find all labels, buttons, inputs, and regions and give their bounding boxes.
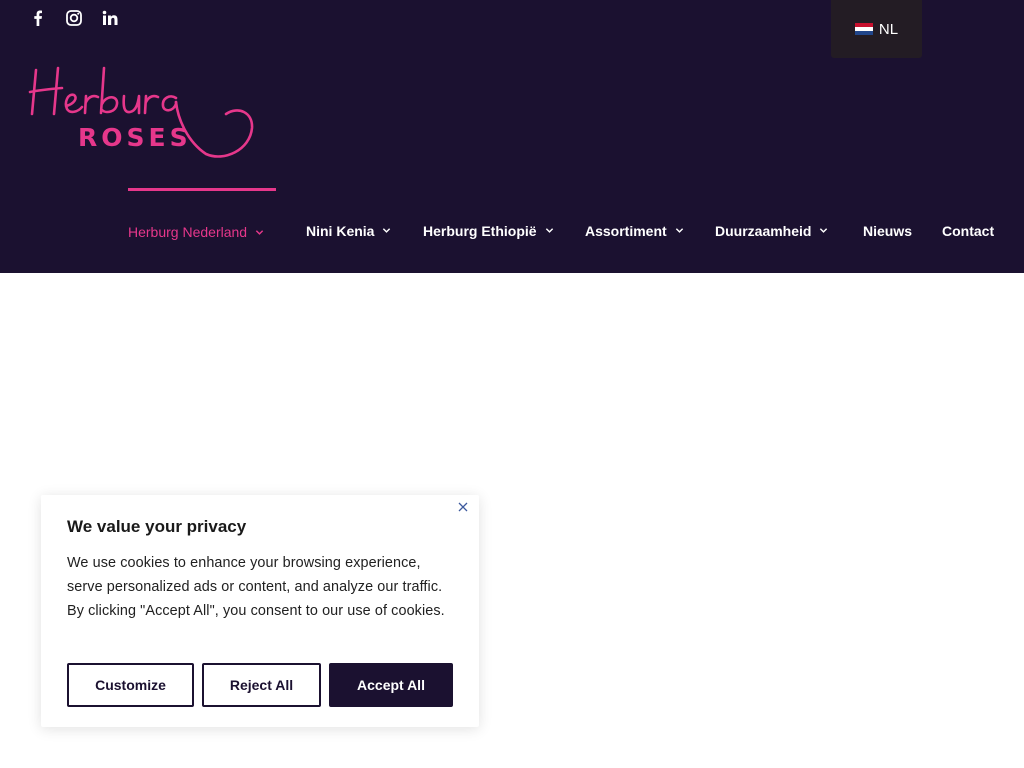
chevron-down-icon [820, 228, 828, 233]
nav-item-assortiment[interactable]: Assortiment [585, 188, 684, 273]
nav-item-label: Assortiment [585, 222, 667, 239]
nav-item-nini-kenia[interactable]: Nini Kenia [306, 188, 391, 273]
nav-item-duurzaamheid[interactable]: Duurzaamheid [715, 188, 828, 273]
facebook-icon[interactable] [28, 8, 48, 28]
accept-all-button[interactable]: Accept All [329, 663, 453, 707]
nav-item-herburg-nederland[interactable]: Herburg Nederland [128, 188, 276, 273]
language-code: NL [878, 20, 899, 38]
nav-item-label: Herburg Nederland [128, 224, 248, 240]
linkedin-icon[interactable] [100, 8, 120, 28]
chevron-down-icon [545, 228, 553, 233]
chevron-down-icon [675, 228, 683, 233]
nav-item-contact[interactable]: Contact [942, 188, 994, 273]
nav-item-label: Contact [942, 222, 995, 239]
nav-item-label: Nieuws [863, 222, 913, 239]
nav-item-herburg-ethiopie[interactable]: Herburg Ethiopië [423, 188, 554, 273]
nav-item-nieuws[interactable]: Nieuws [863, 188, 912, 273]
close-icon[interactable] [455, 499, 471, 515]
nav-item-label: Duurzaamheid [715, 222, 812, 239]
site-header: NL ROSES Herburg Nederland Nini Kenia He… [0, 0, 1024, 273]
main-navigation: Herburg Nederland Nini Kenia Herburg Eth… [0, 188, 1024, 273]
language-switcher[interactable]: NL [831, 0, 922, 58]
chevron-down-icon [255, 229, 264, 235]
netherlands-flag-icon [854, 23, 873, 35]
cookie-consent-banner: We value your privacy We use cookies to … [41, 495, 479, 727]
customize-button[interactable]: Customize [67, 663, 194, 707]
chevron-down-icon [383, 228, 391, 233]
cookie-description: We use cookies to enhance your browsing … [67, 555, 445, 619]
social-links [28, 8, 120, 28]
instagram-icon[interactable] [64, 8, 84, 28]
cookie-title: We value your privacy [67, 517, 247, 536]
nav-item-label: Herburg Ethiopië [423, 222, 537, 239]
logo-sub-text: ROSES [78, 123, 192, 152]
reject-all-button[interactable]: Reject All [202, 663, 321, 707]
nav-item-label: Nini Kenia [306, 222, 375, 239]
site-logo[interactable]: ROSES [28, 62, 260, 162]
